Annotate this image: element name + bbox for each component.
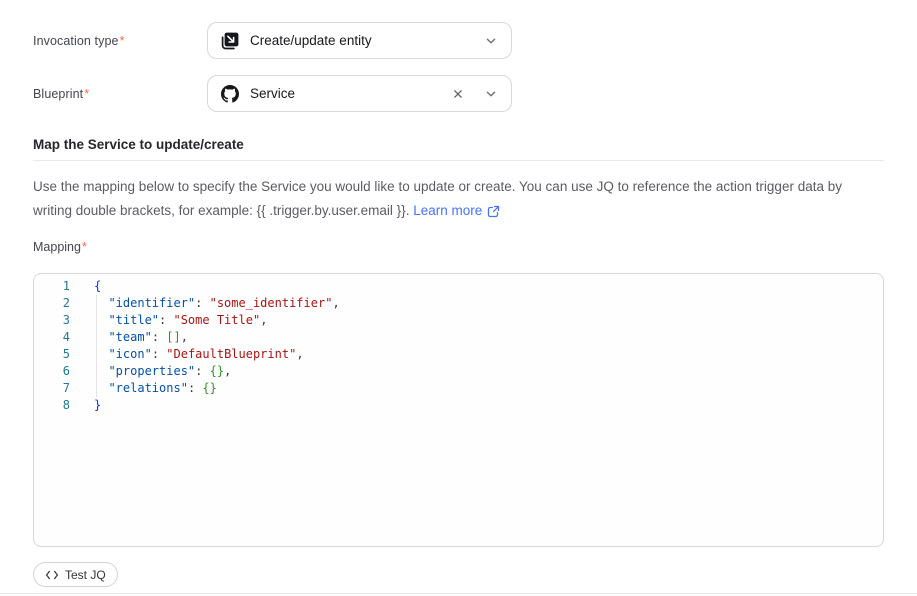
line-number: 7: [34, 380, 70, 397]
blueprint-label-text: Blueprint: [33, 87, 83, 101]
code-line: 2 "identifier": "some_identifier",: [34, 295, 883, 312]
test-jq-button[interactable]: Test JQ: [33, 562, 118, 587]
mapping-label-text: Mapping: [33, 240, 81, 254]
code-text: {: [70, 279, 101, 293]
required-marker: *: [84, 87, 89, 101]
github-icon: [221, 85, 239, 103]
chevron-down-icon[interactable]: [484, 87, 498, 101]
clear-selection-button[interactable]: [451, 87, 465, 101]
blueprint-row: Blueprint* Service: [33, 75, 884, 112]
bottom-divider: [0, 593, 917, 594]
code-text: "identifier": "some_identifier",: [70, 296, 340, 310]
section-divider: [33, 160, 884, 161]
line-number: 6: [34, 363, 70, 380]
action-mapping-form: Invocation type* Create/update entity Bl…: [0, 0, 917, 596]
code-line: 6 "properties": {},: [34, 363, 883, 380]
code-text: }: [70, 398, 101, 412]
code-line: 3 "title": "Some Title",: [34, 312, 883, 329]
mapping-field-label: Mapping*: [33, 240, 884, 254]
required-marker: *: [82, 240, 87, 254]
line-number: 4: [34, 329, 70, 346]
blueprint-label: Blueprint*: [33, 87, 207, 101]
external-link-icon: [487, 205, 500, 218]
test-jq-label: Test JQ: [65, 568, 106, 582]
invocation-type-select[interactable]: Create/update entity: [207, 22, 512, 59]
blueprint-select[interactable]: Service: [207, 75, 512, 112]
code-text: "icon": "DefaultBlueprint",: [70, 347, 304, 361]
code-text: "relations": {}: [70, 381, 217, 395]
mapping-code-editor[interactable]: 1{2 "identifier": "some_identifier",3 "t…: [33, 273, 884, 547]
line-number: 2: [34, 295, 70, 312]
learn-more-label: Learn more: [413, 199, 482, 223]
invocation-type-label-text: Invocation type: [33, 34, 119, 48]
code-brackets-icon: [45, 570, 59, 580]
mapping-description: Use the mapping below to specify the Ser…: [33, 175, 884, 223]
section-heading: Map the Service to update/create: [33, 136, 884, 154]
chevron-down-icon[interactable]: [484, 34, 498, 48]
line-number: 3: [34, 312, 70, 329]
close-icon: [451, 87, 465, 101]
entity-icon: [221, 32, 239, 50]
line-number: 8: [34, 397, 70, 414]
code-text: "team": [],: [70, 330, 188, 344]
line-number: 5: [34, 346, 70, 363]
code-line: 7 "relations": {}: [34, 380, 883, 397]
code-line: 8}: [34, 397, 883, 414]
invocation-type-row: Invocation type* Create/update entity: [33, 22, 884, 59]
code-line: 1{: [34, 278, 883, 295]
line-number: 1: [34, 278, 70, 295]
learn-more-link[interactable]: Learn more: [413, 199, 500, 223]
invocation-type-label: Invocation type*: [33, 34, 207, 48]
code-line: 4 "team": [],: [34, 329, 883, 346]
indent-guide: [96, 295, 97, 397]
code-text: "properties": {},: [70, 364, 231, 378]
invocation-type-value: Create/update entity: [250, 33, 473, 48]
code-line: 5 "icon": "DefaultBlueprint",: [34, 346, 883, 363]
code-text: "title": "Some Title",: [70, 313, 267, 327]
blueprint-value: Service: [250, 86, 440, 101]
required-marker: *: [120, 34, 125, 48]
